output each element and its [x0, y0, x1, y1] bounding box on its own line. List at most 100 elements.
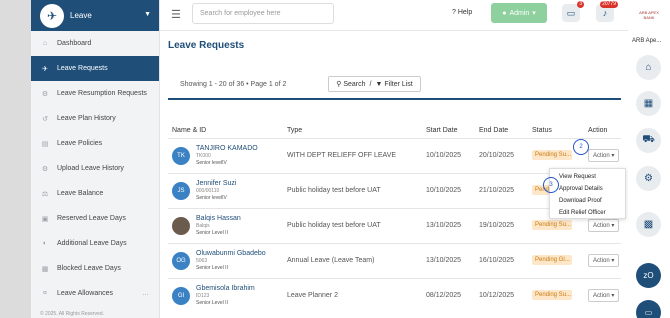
start-date: 13/10/2025 [422, 242, 475, 278]
sidebar-item-leave-policies[interactable]: ▤ Leave Policies [31, 131, 159, 156]
filter-icon: ▼ [375, 80, 383, 88]
hamburger-menu-icon[interactable]: ☰ [171, 8, 181, 21]
sidebar-item-dashboard[interactable]: ⌂ Dashboard [31, 31, 159, 56]
employee-level: Senior Level II [196, 299, 228, 306]
lock-icon: ▣ [41, 215, 49, 223]
table-row: GI Gbemisola Ibrahim ID123 Senior Level II … [168, 277, 621, 313]
sidebar-item-leave-allowances[interactable]: ¤ Leave Allowances… [31, 281, 159, 306]
menu-item-edit-relief-officer[interactable]: Edit Relief Officer [550, 207, 625, 219]
history-icon: ↺ [42, 115, 48, 123]
app-name: Leave [70, 11, 92, 20]
menu-item-download-proof[interactable]: Download Proof [550, 195, 625, 207]
notifications-button[interactable]: ♪ 20779 [596, 1, 618, 22]
cart-button[interactable]: ⛟ [636, 128, 661, 153]
right-toolbar: ARB APEX BANK ARB Ape... ⌂ ▦ ⛟ ⚙ ▩ zO ▭ [628, 0, 670, 318]
gear-icon: ⚙ [41, 165, 49, 173]
avatar: JS [172, 181, 190, 200]
employee-level: Senior Level II [196, 229, 228, 236]
results-summary-bar: Showing 1 - 20 of 36 • Page 1 of 2 ⚲ Sea… [168, 68, 621, 100]
filter-list-button[interactable]: ▼ Filter List [375, 81, 412, 88]
widgets-button[interactable]: ▩ [636, 212, 661, 237]
employee-name-link[interactable]: Jennifer Suzi [196, 180, 236, 188]
chat-button[interactable]: ▭ [636, 300, 661, 318]
action-label: Action [593, 223, 610, 229]
admin-menu-button[interactable]: ● Admin ▾ [491, 3, 547, 23]
sidebar-item-leave-requests[interactable]: ✈ Leave Requests [31, 56, 159, 81]
avatar: OG [172, 251, 190, 270]
employee-name-link[interactable]: TANJIRO KAMADO [196, 145, 258, 153]
start-date: 10/10/2025 [422, 172, 475, 208]
column-header: Action [588, 126, 608, 134]
sidebar-item-additional-leave-days[interactable]: ◐ Additional Leave Days [31, 231, 159, 256]
employee-cell: GI Gbemisola Ibrahim ID123 Senior Level II [172, 285, 283, 307]
user-avatar-button[interactable]: zO [636, 263, 661, 288]
leave-type: Public holiday test before UAT [283, 207, 422, 243]
organization-logo: ARB APEX BANK [639, 10, 659, 20]
status-badge: Pending Su... [532, 149, 572, 160]
sidebar-item-upload-leave-history[interactable]: ⚙ Upload Leave History [31, 156, 159, 181]
sidebar-item-label: Leave Balance [57, 190, 104, 197]
start-date: 13/10/2025 [422, 207, 475, 243]
end-date: 20/10/2025 [475, 137, 528, 173]
organization-name: ARB Ape... [632, 38, 662, 44]
filter-label: Filter List [384, 80, 413, 88]
sidebar-item-label: Additional Leave Days [57, 240, 127, 247]
action-label: Action [593, 258, 610, 264]
action-dropdown-button[interactable]: Action ▾ [588, 254, 620, 267]
start-date: 08/12/2025 [422, 277, 475, 313]
admin-label: Admin [509, 9, 530, 17]
calendar-icon: ▦ [41, 265, 49, 273]
notification-badge: 20779 [600, 1, 618, 8]
action-menu: View Request Approval Details Download P… [549, 168, 626, 219]
search-icon: ⚲ [336, 81, 342, 88]
action-dropdown-button[interactable]: Action ▾ [588, 149, 620, 162]
column-header: End Date [479, 126, 509, 134]
sidebar-item-label: Leave Policies [57, 140, 103, 147]
menu-item-approval-details[interactable]: Approval Details [550, 183, 625, 195]
sidebar-item-leave-plan-history[interactable]: ↺ Leave Plan History [31, 106, 159, 131]
employee-cell: OG Oluwabunmi Gbadebo 5063 Senior Level II [172, 250, 283, 272]
more-icon: … [142, 290, 149, 297]
sidebar-item-label: Upload Leave History [57, 165, 124, 172]
start-date: 10/10/2025 [422, 137, 475, 173]
status-badge: Pending Su... [532, 289, 572, 300]
avatar: GI [172, 286, 190, 305]
search-button[interactable]: ⚲ Search [336, 80, 365, 88]
employee-id: 000/00110 [196, 187, 220, 194]
help-link[interactable]: ? Help [452, 9, 472, 16]
end-date: 19/10/2025 [475, 207, 528, 243]
home-icon: ⌂ [645, 62, 652, 73]
employee-name-link[interactable]: Oluwabunmi Gbadebo [196, 250, 266, 258]
sidebar-item-reserved-leave-days[interactable]: ▣ Reserved Leave Days [31, 206, 159, 231]
action-dropdown-button[interactable]: Action ▾ [588, 219, 620, 232]
employee-level: Senior levelIV [196, 159, 227, 166]
settings-button[interactable]: ⚙ [636, 166, 661, 191]
employee-name-link[interactable]: Balqis Hassan [196, 215, 241, 223]
app-switcher[interactable]: ✈ Leave ▼ [31, 0, 159, 31]
action-dropdown-button[interactable]: Action ▾ [588, 289, 620, 303]
employee-name-link[interactable]: Gbemisola Ibrahim [196, 285, 255, 293]
gear-icon: ⚙ [644, 173, 653, 184]
bell-icon: ♪ [602, 8, 608, 18]
employee-search-input[interactable]: Search for employee here [192, 3, 334, 24]
leave-type: Public holiday test before UAT [283, 172, 422, 208]
sidebar-item-label: Leave Resumption Requests [57, 90, 147, 97]
sidebar-item-leave-resumption-requests[interactable]: ⚙ Leave Resumption Requests [31, 81, 159, 106]
home-button[interactable]: ⌂ [636, 55, 661, 80]
caret-down-icon: ▼ [144, 11, 151, 18]
clipboard-button[interactable]: ▭ 3 [562, 1, 584, 22]
sidebar-item-label: Blocked Leave Days [57, 265, 121, 272]
sidebar-item-blocked-leave-days[interactable]: ▦ Blocked Leave Days [31, 256, 159, 281]
sidebar-footer: © 2025. All Rights Reserved. [40, 311, 104, 317]
search-filter-group: ⚲ Search / ▼ Filter List [328, 76, 421, 92]
caret-down-icon: ▾ [611, 293, 615, 300]
employee-id: TK000 [196, 152, 211, 159]
menu-item-view-request[interactable]: View Request [550, 171, 625, 183]
home-icon: ⌂ [42, 40, 48, 47]
sidebar-item-leave-balance[interactable]: ⚖ Leave Balance [31, 181, 159, 206]
annotation-marker: 3 [543, 177, 559, 193]
annotation-marker: 2 [573, 139, 589, 155]
apps-button[interactable]: ▦ [636, 91, 661, 116]
status-badge: Pending Gl... [532, 254, 572, 265]
grid-icon: ▦ [643, 98, 654, 109]
